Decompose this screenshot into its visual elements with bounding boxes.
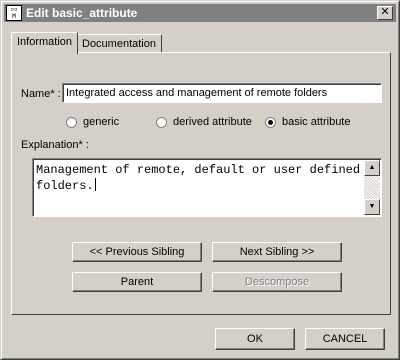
radio-basic-attribute-label: basic attribute: [282, 116, 351, 128]
edit-dialog-window: ▫▫ M Edit basic_attribute ✕ Information D…: [0, 0, 400, 360]
tab-information[interactable]: Information: [11, 32, 79, 54]
explanation-label: Explanation* :: [21, 139, 89, 151]
name-field-value: Integrated access and management of remo…: [66, 87, 328, 99]
cancel-button[interactable]: CANCEL: [305, 328, 385, 350]
tab-documentation[interactable]: Documentation: [76, 34, 162, 54]
close-icon: ✕: [380, 6, 390, 18]
descompose-button: Descompose: [212, 272, 342, 292]
app-icon: ▫▫ M: [6, 5, 22, 21]
next-sibling-button[interactable]: Next Sibling >>: [212, 242, 342, 262]
vertical-scrollbar[interactable]: ▲ ▼: [364, 160, 380, 215]
close-button[interactable]: ✕: [377, 6, 393, 20]
radio-derived-attribute-label: derived attribute: [173, 116, 252, 128]
tab-documentation-label: Documentation: [82, 38, 156, 50]
name-label: Name* :: [21, 88, 61, 100]
window-title: Edit basic_attribute: [26, 6, 138, 20]
radio-basic-attribute-button[interactable]: [265, 116, 276, 128]
scroll-up-button[interactable]: ▲: [364, 160, 380, 176]
title-bar[interactable]: ▫▫ M Edit basic_attribute ✕: [4, 4, 396, 22]
explanation-text: Management of remote, default or user de…: [36, 162, 362, 194]
radio-generic[interactable]: generic: [66, 116, 119, 128]
explanation-value: Management of remote, default or user de…: [36, 163, 361, 193]
previous-sibling-button[interactable]: << Previous Sibling: [72, 242, 202, 262]
radio-derived-attribute-button[interactable]: [156, 116, 167, 128]
name-field[interactable]: Integrated access and management of remo…: [62, 83, 382, 103]
radio-basic-attribute[interactable]: basic attribute: [265, 116, 350, 128]
radio-derived-attribute[interactable]: derived attribute: [156, 116, 252, 128]
tab-information-label: Information: [17, 36, 73, 48]
information-panel: Name* : Integrated access and management…: [11, 52, 391, 315]
arrow-down-icon: ▼: [368, 203, 376, 210]
arrow-up-icon: ▲: [368, 164, 376, 171]
scroll-down-button[interactable]: ▼: [364, 199, 380, 215]
parent-button[interactable]: Parent: [72, 272, 202, 292]
text-caret: [94, 178, 96, 191]
ok-button[interactable]: OK: [215, 328, 295, 350]
explanation-textarea[interactable]: Management of remote, default or user de…: [32, 158, 382, 217]
radio-generic-label: generic: [83, 116, 120, 128]
radio-generic-button[interactable]: [66, 116, 77, 128]
